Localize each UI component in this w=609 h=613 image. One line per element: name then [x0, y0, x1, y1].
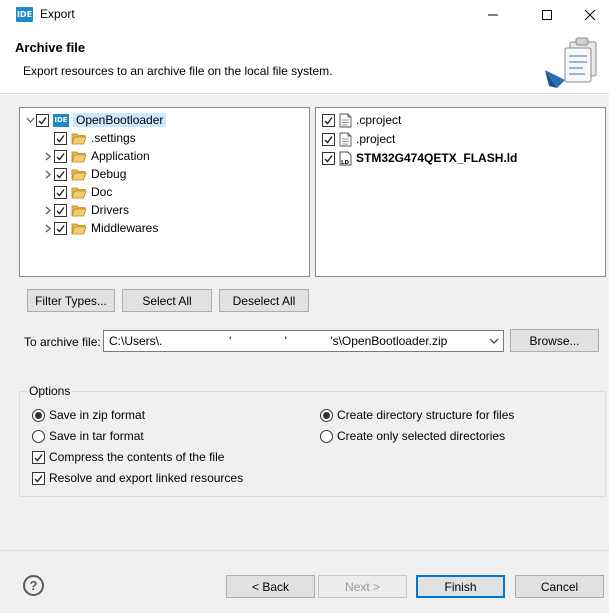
help-icon[interactable]: ? — [23, 575, 44, 596]
checkbox[interactable] — [54, 203, 67, 217]
back-button[interactable]: < Back — [226, 575, 315, 598]
create-selected-dirs-label: Create only selected directories — [337, 429, 506, 443]
checkbox[interactable] — [54, 221, 67, 235]
tree-item[interactable]: Drivers — [42, 201, 129, 219]
minimize-icon — [488, 14, 498, 16]
save-tar-label: Save in tar format — [49, 429, 144, 443]
radio-button[interactable] — [32, 429, 45, 443]
next-button[interactable]: Next > — [318, 575, 407, 598]
linker-file-icon: LD — [339, 151, 352, 166]
radio-button[interactable] — [32, 408, 45, 422]
tree-item-label: Doc — [91, 185, 113, 199]
deselect-all-button[interactable]: Deselect All — [219, 289, 309, 312]
tree-item[interactable]: Doc — [42, 183, 112, 201]
tree-item-label: OpenBootloader — [73, 113, 167, 127]
chevron-right-icon[interactable] — [42, 147, 54, 165]
tree-item-label: .settings — [91, 131, 136, 145]
compress-checkbox[interactable]: Compress the contents of the file — [32, 450, 224, 464]
radio-button[interactable] — [320, 429, 333, 443]
folder-icon — [71, 186, 87, 199]
folder-icon — [71, 150, 87, 163]
tree-root-item[interactable]: IDE OpenBootloader — [24, 111, 167, 129]
file-name: .project — [356, 132, 396, 146]
save-zip-radio[interactable]: Save in zip format — [32, 408, 145, 422]
checkbox[interactable] — [54, 185, 67, 199]
archive-file-label: To archive file: — [24, 335, 101, 349]
chevron-right-icon[interactable] — [42, 165, 54, 183]
file-icon — [339, 132, 352, 147]
folder-icon — [71, 222, 87, 235]
compress-label: Compress the contents of the file — [49, 450, 225, 464]
save-zip-label: Save in zip format — [49, 408, 146, 422]
tree-item[interactable]: Application — [42, 147, 150, 165]
window-title: Export — [40, 7, 75, 21]
close-icon — [584, 9, 595, 21]
app-icon: IDE — [16, 7, 33, 22]
finish-button[interactable]: Finish — [416, 575, 505, 598]
tree-item-label: Drivers — [91, 203, 129, 217]
chevron-right-icon[interactable] — [42, 201, 54, 219]
svg-text:LD: LD — [341, 160, 350, 166]
save-tar-radio[interactable]: Save in tar format — [32, 429, 144, 443]
tree-item-label: Application — [91, 149, 150, 163]
title-bar: IDE Export — [0, 0, 609, 30]
wizard-footer: ? < Back Next > Finish Cancel — [0, 550, 609, 613]
chevron-down-icon[interactable] — [489, 335, 499, 347]
tree-item-label: Debug — [91, 167, 127, 181]
export-wizard-icon — [545, 37, 597, 88]
filter-types-button[interactable]: Filter Types... — [27, 289, 115, 312]
tree-item-label: Middlewares — [91, 221, 159, 235]
archive-path-value: C:\Users\. ' ' 's\OpenBootloader.zip — [109, 334, 448, 348]
close-button[interactable] — [570, 0, 609, 30]
checkbox[interactable] — [32, 471, 45, 485]
create-selected-dirs-radio[interactable]: Create only selected directories — [320, 429, 505, 443]
select-all-button[interactable]: Select All — [122, 289, 212, 312]
page-title: Archive file — [15, 40, 86, 55]
page-description: Export resources to an archive file on t… — [23, 64, 333, 78]
radio-button[interactable] — [320, 408, 333, 422]
folder-icon — [71, 132, 87, 145]
file-list-item[interactable]: LD STM32G474QETX_FLASH.ld — [322, 149, 517, 167]
file-list[interactable]: .cproject .project LD STM32G474QETX_FLASH.l… — [315, 107, 606, 277]
checkbox[interactable] — [36, 113, 49, 127]
file-name: .cproject — [356, 113, 402, 127]
checkbox[interactable] — [322, 132, 335, 146]
checkbox[interactable] — [54, 149, 67, 163]
folder-icon — [71, 168, 87, 181]
resolve-links-label: Resolve and export linked resources — [49, 471, 244, 485]
archive-path-combo[interactable]: C:\Users\. ' ' 's\OpenBootloader.zip — [103, 330, 504, 352]
checkbox[interactable] — [54, 131, 67, 145]
maximize-icon — [542, 10, 552, 20]
wizard-content: IDE OpenBootloader .settings Application D… — [0, 95, 609, 550]
options-group-label: Options — [27, 384, 73, 398]
checkbox[interactable] — [32, 450, 45, 464]
project-icon: IDE — [53, 113, 69, 127]
file-list-item[interactable]: .project — [322, 130, 395, 148]
file-list-item[interactable]: .cproject — [322, 111, 401, 129]
tree-item[interactable]: Middlewares — [42, 219, 158, 237]
minimize-button[interactable] — [470, 0, 516, 30]
tree-item[interactable]: .settings — [42, 129, 136, 147]
tree-item[interactable]: Debug — [42, 165, 126, 183]
checkbox[interactable] — [322, 151, 335, 165]
file-name: STM32G474QETX_FLASH.ld — [356, 151, 518, 165]
maximize-button[interactable] — [524, 0, 570, 30]
create-dir-structure-radio[interactable]: Create directory structure for files — [320, 408, 514, 422]
file-icon — [339, 113, 352, 128]
chevron-down-icon[interactable] — [24, 111, 36, 129]
browse-button[interactable]: Browse... — [510, 329, 599, 352]
resolve-links-checkbox[interactable]: Resolve and export linked resources — [32, 471, 243, 485]
cancel-button[interactable]: Cancel — [515, 575, 604, 598]
wizard-header: Archive file Export resources to an arch… — [0, 30, 609, 94]
checkbox[interactable] — [54, 167, 67, 181]
chevron-right-icon[interactable] — [42, 219, 54, 237]
create-dir-structure-label: Create directory structure for files — [337, 408, 515, 422]
checkbox[interactable] — [322, 113, 335, 127]
resource-tree[interactable]: IDE OpenBootloader .settings Application D… — [19, 107, 310, 277]
folder-icon — [71, 204, 87, 217]
